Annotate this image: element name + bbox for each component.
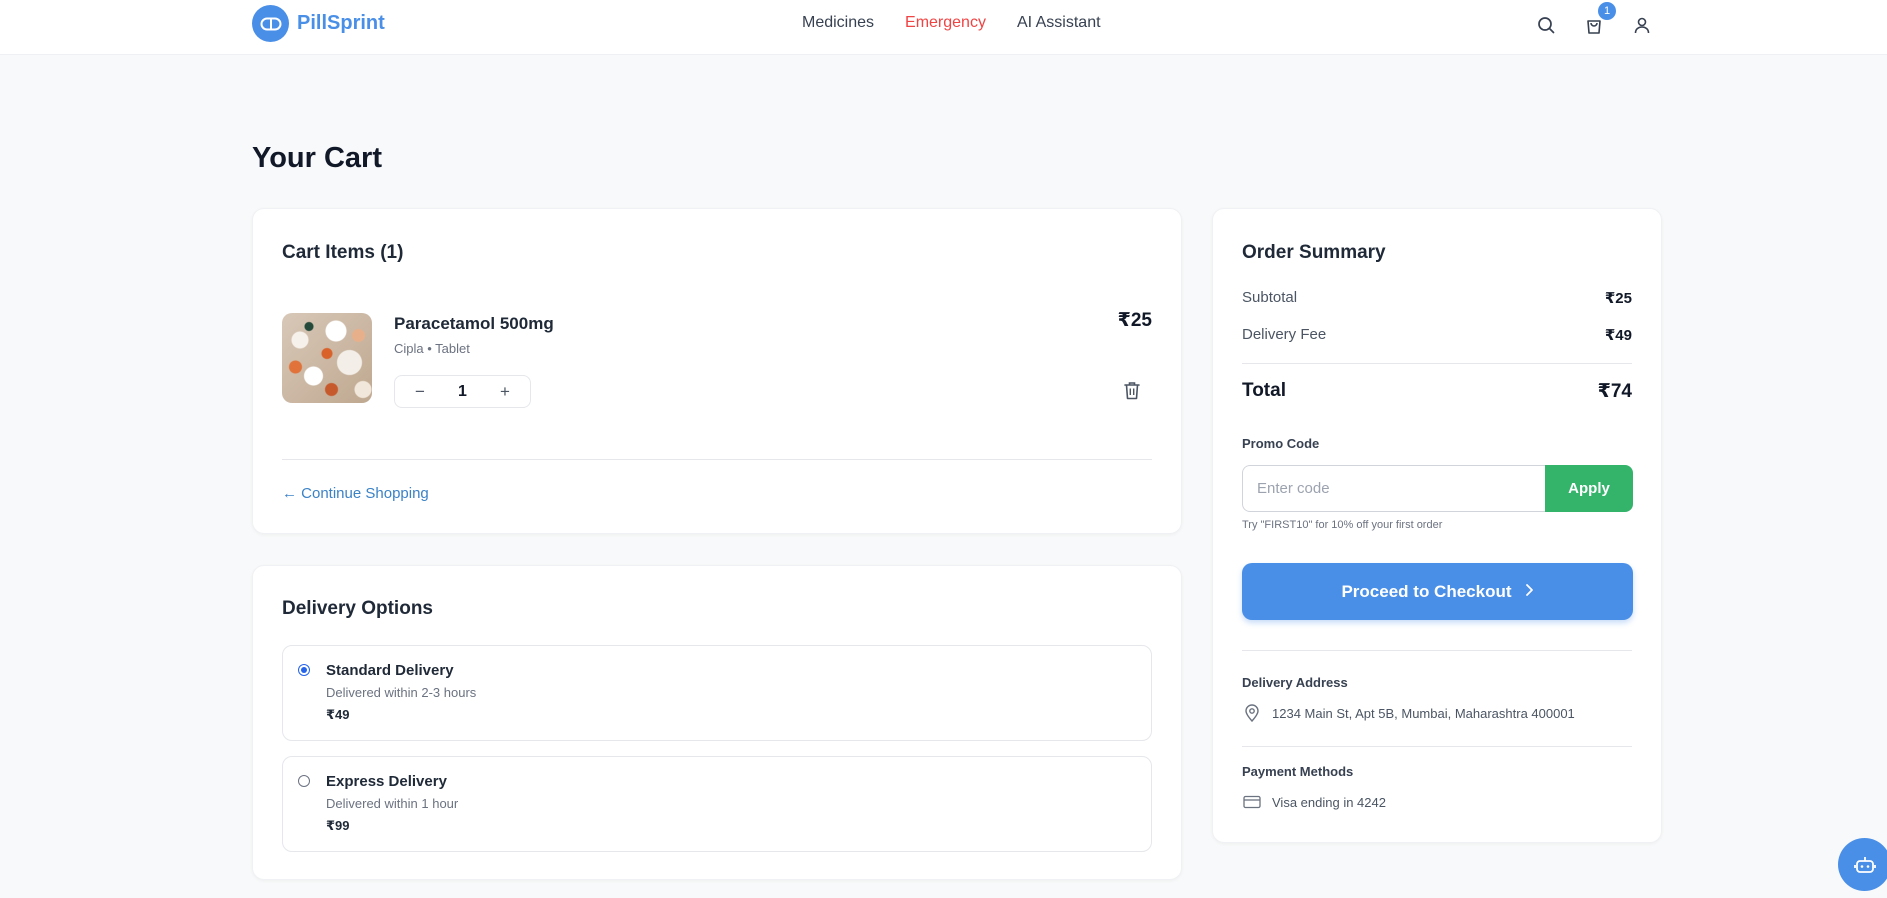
product-price: ₹25 — [1117, 310, 1152, 331]
ai-assistant-bot-icon[interactable] — [1838, 838, 1887, 891]
radio-standard[interactable] — [298, 664, 310, 676]
promo-code-label: Promo Code — [1242, 436, 1320, 451]
cart-icon[interactable]: 1 — [1583, 2, 1616, 36]
total-value: ₹74 — [1597, 381, 1632, 402]
payment-method-row: Visa ending in 4242 — [1242, 792, 1386, 812]
apply-button[interactable]: Apply — [1545, 465, 1633, 512]
promo-hint: Try "FIRST10" for 10% off your first ord… — [1242, 519, 1443, 531]
payment-methods-label: Payment Methods — [1242, 764, 1354, 779]
page-title: Your Cart — [252, 142, 382, 174]
continue-shopping-link[interactable]: ← Continue Shopping — [282, 485, 429, 502]
divider — [1242, 650, 1632, 651]
nav-ai-assistant[interactable]: AI Assistant — [1017, 14, 1101, 32]
total-row: Total ₹74 — [1242, 380, 1632, 403]
radio-express[interactable] — [298, 775, 310, 787]
subtotal-value: ₹25 — [1604, 290, 1632, 307]
user-icon[interactable] — [1631, 14, 1653, 36]
divider — [1242, 746, 1632, 747]
pill-logo-icon — [252, 5, 289, 42]
option-desc: Delivered within 1 hour — [326, 796, 459, 811]
divider — [282, 459, 1152, 460]
brand-name: PillSprint — [297, 12, 385, 34]
option-name: Standard Delivery — [326, 662, 454, 679]
option-desc: Delivered within 2-3 hours — [326, 685, 477, 700]
promo-code-input[interactable] — [1242, 465, 1545, 512]
delivery-options-card: Delivery Options Standard Delivery Deliv… — [252, 565, 1182, 880]
delivery-address-row: 1234 Main St, Apt 5B, Mumbai, Maharashtr… — [1242, 703, 1575, 723]
delivery-fee-value: ₹49 — [1604, 327, 1632, 344]
subtotal-label: Subtotal — [1242, 289, 1298, 306]
decrement-button[interactable]: − — [411, 382, 429, 402]
order-summary-card: Order Summary Subtotal ₹25 Delivery Fee … — [1212, 208, 1662, 843]
option-price: ₹49 — [326, 707, 350, 722]
brand-logo[interactable]: PillSprint — [252, 5, 385, 42]
product-image — [282, 313, 372, 403]
payment-method-value: Visa ending in 4242 — [1272, 794, 1386, 810]
checkout-label: Proceed to Checkout — [1341, 581, 1512, 601]
quantity-stepper: − 1 + — [394, 375, 531, 408]
option-name: Express Delivery — [326, 773, 447, 790]
proceed-to-checkout-button[interactable]: Proceed to Checkout — [1242, 563, 1633, 620]
delivery-options-title: Delivery Options — [282, 598, 433, 619]
quantity-value: 1 — [458, 382, 467, 400]
cart-items-card: Cart Items (1) Paracetamol 500mg Cipla •… — [252, 208, 1182, 534]
delivery-address-label: Delivery Address — [1242, 675, 1348, 690]
option-price: ₹99 — [326, 818, 350, 833]
delivery-address-value: 1234 Main St, Apt 5B, Mumbai, Maharashtr… — [1272, 705, 1575, 721]
delivery-fee-label: Delivery Fee — [1242, 326, 1327, 343]
trash-icon[interactable] — [1123, 381, 1143, 401]
delivery-option-standard[interactable]: Standard Delivery Delivered within 2-3 h… — [282, 645, 1152, 741]
product-name[interactable]: Paracetamol 500mg — [394, 314, 554, 334]
delivery-option-express[interactable]: Express Delivery Delivered within 1 hour… — [282, 756, 1152, 852]
increment-button[interactable]: + — [496, 382, 514, 402]
divider — [1242, 363, 1632, 364]
subtotal-row: Subtotal ₹25 — [1242, 289, 1632, 307]
credit-card-icon — [1242, 792, 1262, 812]
top-header: PillSprint Medicines Emergency AI Assist… — [0, 0, 1887, 55]
chevron-right-icon — [1524, 581, 1534, 602]
delivery-fee-row: Delivery Fee ₹49 — [1242, 326, 1632, 344]
total-label: Total — [1242, 380, 1286, 401]
nav-emergency[interactable]: Emergency — [905, 14, 986, 32]
cart-items-title: Cart Items (1) — [282, 242, 404, 263]
location-pin-icon — [1242, 703, 1262, 723]
main-nav: Medicines Emergency AI Assistant — [802, 14, 1132, 32]
order-summary-title: Order Summary — [1242, 242, 1386, 263]
product-meta: Cipla • Tablet — [394, 341, 470, 356]
cart-count-badge: 1 — [1598, 2, 1616, 20]
search-icon[interactable] — [1535, 14, 1557, 36]
nav-medicines[interactable]: Medicines — [802, 14, 874, 32]
